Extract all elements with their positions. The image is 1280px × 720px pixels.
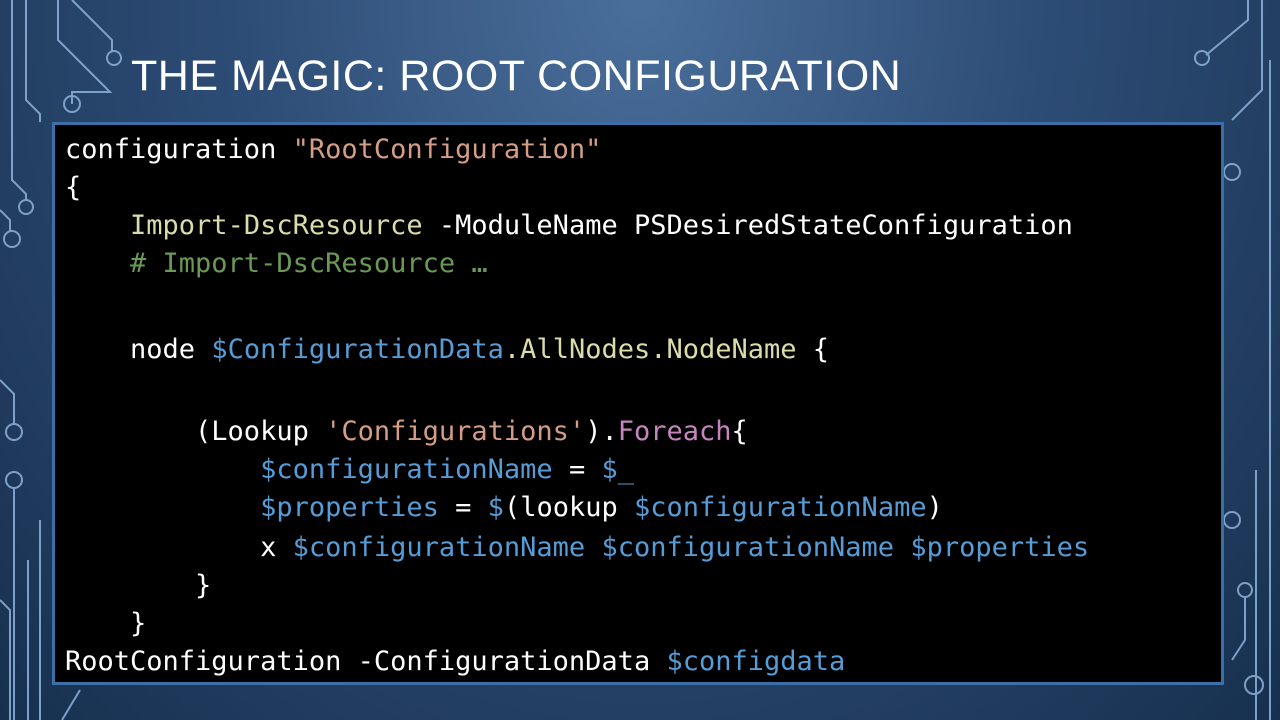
code-token: RootConfiguration -ConfigurationData bbox=[65, 646, 667, 677]
code-token: $properties bbox=[910, 532, 1090, 563]
code-token: Foreach bbox=[617, 416, 732, 447]
code-line: $properties = $(lookup $configurationNam… bbox=[65, 489, 943, 527]
code-token: # Import-DscResource … bbox=[65, 248, 488, 279]
code-token: .AllNodes.NodeName bbox=[503, 334, 797, 365]
code-line: (Lookup 'Configurations').Foreach{ bbox=[65, 413, 748, 451]
code-token: } bbox=[65, 608, 147, 639]
code-line: configuration "RootConfiguration" bbox=[65, 131, 601, 169]
code-line: } bbox=[65, 605, 146, 643]
code-token: $_ bbox=[601, 454, 634, 485]
code-token: (Lookup bbox=[65, 416, 326, 447]
code-token: { bbox=[731, 416, 748, 447]
code-token: $configurationName bbox=[633, 492, 927, 523]
code-token: $configdata bbox=[666, 646, 846, 677]
code-token: -ModuleName PSDesiredStateConfiguration bbox=[422, 210, 1073, 241]
slide-title: THE MAGIC: ROOT CONFIGURATION bbox=[131, 52, 902, 100]
code-line: { bbox=[65, 169, 81, 207]
code-token: = bbox=[552, 454, 602, 485]
code-token: { bbox=[65, 172, 82, 203]
code-line: } bbox=[65, 567, 211, 605]
code-block: configuration "RootConfiguration"{ Impor… bbox=[52, 122, 1224, 685]
code-line: Import-DscResource -ModuleName PSDesired… bbox=[65, 207, 1073, 245]
code-line: node $ConfigurationData.AllNodes.NodeNam… bbox=[65, 331, 829, 369]
code-token: } bbox=[65, 570, 212, 601]
code-token: "RootConfiguration" bbox=[292, 134, 602, 165]
code-token: $configurationName bbox=[292, 532, 586, 563]
code-token: $properties bbox=[260, 492, 439, 523]
code-token: 'Configurations' bbox=[325, 416, 586, 447]
code-token: x bbox=[65, 532, 293, 563]
code-line: x $configurationName $configurationName … bbox=[65, 529, 1089, 567]
code-token: Import-DscResource bbox=[130, 210, 423, 241]
code-line: RootConfiguration -ConfigurationData $co… bbox=[65, 643, 845, 681]
code-line: $configurationName = $_ bbox=[65, 451, 634, 489]
code-line: # Import-DscResource … bbox=[65, 245, 488, 283]
code-token: = bbox=[438, 492, 488, 523]
code-token: $ bbox=[487, 492, 504, 523]
code-token: (lookup bbox=[503, 492, 634, 523]
code-token: { bbox=[796, 334, 830, 365]
code-token: ) bbox=[926, 492, 943, 523]
code-token: $configurationName bbox=[260, 454, 553, 485]
code-token: ). bbox=[585, 416, 618, 447]
code-token: configuration bbox=[65, 134, 293, 165]
code-token: node bbox=[65, 334, 212, 365]
code-token: $ConfigurationData bbox=[211, 334, 504, 365]
code-token: $configurationName bbox=[601, 532, 895, 563]
